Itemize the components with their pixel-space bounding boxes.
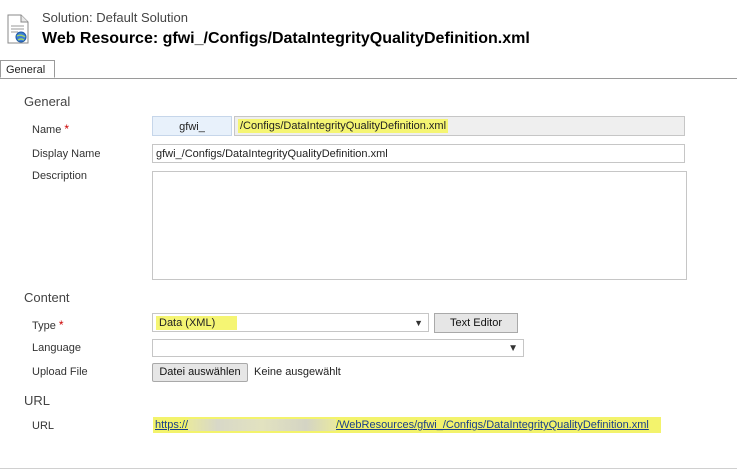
- choose-file-button[interactable]: Datei auswählen: [152, 363, 248, 382]
- no-file-selected-text: Keine ausgewählt: [254, 366, 341, 378]
- type-value: Data (XML): [156, 316, 238, 330]
- tab-bar-divider: [0, 78, 737, 79]
- upload-file-label: Upload File: [32, 366, 88, 378]
- web-resource-document-icon: [7, 14, 29, 44]
- tab-general[interactable]: General: [0, 60, 55, 78]
- type-label: Type *: [32, 318, 64, 332]
- display-name-label: Display Name: [32, 148, 101, 160]
- language-select[interactable]: ▼: [152, 339, 524, 357]
- section-url-heading: URL: [24, 393, 51, 408]
- footer-divider: [0, 468, 737, 469]
- required-indicator: *: [58, 318, 64, 332]
- display-name-field[interactable]: gfwi_/Configs/DataIntegrityQualityDefini…: [152, 144, 685, 163]
- section-content-heading: Content: [24, 290, 70, 305]
- chevron-down-icon: ▼: [508, 343, 518, 354]
- chevron-down-icon: ▼: [414, 318, 423, 328]
- text-editor-button[interactable]: Text Editor: [434, 313, 518, 333]
- description-field[interactable]: [152, 171, 687, 280]
- description-label: Description: [32, 170, 88, 182]
- type-select[interactable]: Data (XML) ▼: [152, 313, 429, 332]
- name-prefix: gfwi_: [152, 116, 232, 136]
- url-label: URL: [32, 420, 55, 432]
- name-field[interactable]: /Configs/DataIntegrityQualityDefinition.…: [234, 116, 685, 136]
- language-label: Language: [32, 342, 81, 354]
- redacted-host: [188, 419, 337, 432]
- required-indicator: *: [64, 122, 70, 136]
- name-label: Name *: [32, 122, 70, 136]
- name-value: /Configs/DataIntegrityQualityDefinition.…: [238, 119, 449, 133]
- solution-label: Solution: Default Solution: [42, 10, 188, 25]
- page-title: Web Resource: gfwi_/Configs/DataIntegrit…: [42, 30, 530, 47]
- url-link[interactable]: https:///WebResources/gfwi_/Configs/Data…: [153, 417, 661, 434]
- section-general-heading: General: [24, 94, 71, 109]
